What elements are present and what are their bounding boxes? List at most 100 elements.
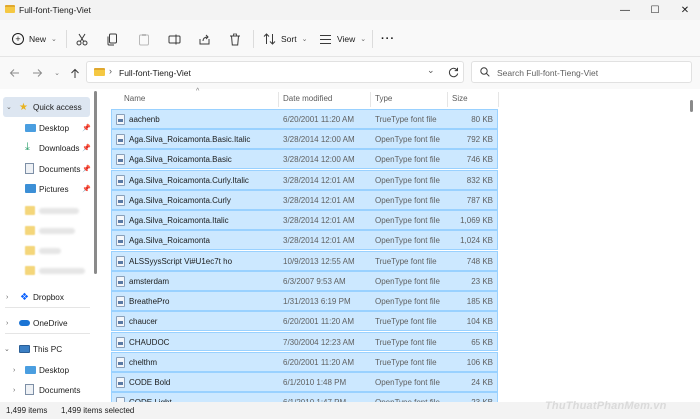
clipboard-icon bbox=[139, 33, 149, 45]
more-options-button[interactable]: ··· bbox=[381, 30, 395, 48]
minimize-button[interactable]: — bbox=[610, 0, 640, 20]
cut-button[interactable] bbox=[76, 30, 88, 48]
dropbox-icon: ❖ bbox=[20, 291, 29, 303]
file-row[interactable]: Aga.Silva_Roicamonta.Basic 3/28/2014 12:0… bbox=[111, 149, 498, 170]
file-row[interactable]: Aga.Silva_Roicamonta.Curly 3/28/2014 12:0… bbox=[111, 189, 498, 210]
pin-icon: 📌 bbox=[82, 125, 91, 132]
file-row[interactable]: chelthm 6/20/2001 11:20 AM TrueType font f… bbox=[111, 351, 498, 372]
recent-locations-button[interactable]: ⌄ bbox=[50, 66, 64, 80]
file-row[interactable]: chaucer 6/20/2001 11:20 AM TrueType font f… bbox=[111, 311, 498, 332]
paste-button[interactable] bbox=[138, 30, 150, 48]
file-size: 746 KB bbox=[466, 155, 493, 165]
pin-icon: 📌 bbox=[82, 186, 91, 193]
item-count: 1,499 items bbox=[6, 406, 48, 415]
up-button[interactable] bbox=[68, 66, 82, 80]
file-type: OpenType font file bbox=[375, 236, 440, 246]
file-type: TrueType font file bbox=[375, 317, 437, 327]
sort-button[interactable]: Sort ⌄ bbox=[263, 30, 307, 48]
forward-button[interactable] bbox=[30, 66, 44, 80]
file-row[interactable]: BreathePro 1/31/2013 6:19 PM OpenType font… bbox=[111, 291, 498, 311]
column-divider[interactable] bbox=[498, 92, 499, 107]
address-path[interactable]: Full-font-Tieng-Viet bbox=[119, 68, 191, 78]
refresh-button[interactable] bbox=[446, 65, 460, 79]
sidebar-item-desktop[interactable]: Desktop 📌 bbox=[0, 118, 92, 138]
file-date: 10/9/2013 12:55 AM bbox=[283, 256, 355, 266]
address-dropdown-icon[interactable]: ⌄ bbox=[427, 65, 435, 76]
sidebar-item-this-pc[interactable]: ⌄ This PC bbox=[0, 339, 92, 359]
file-row[interactable]: Aga.Silva_Roicamonta.Curly.Italic 3/28/20… bbox=[111, 169, 498, 190]
sidebar-item-downloads[interactable]: ⤓ Downloads 📌 bbox=[0, 138, 92, 158]
arrow-right-icon bbox=[32, 69, 42, 77]
new-button[interactable]: + New ⌄ bbox=[12, 30, 57, 48]
font-file-icon bbox=[116, 235, 125, 247]
column-size[interactable]: Size bbox=[452, 94, 468, 103]
file-row[interactable]: Aga.Silva_Roicamonta.Italic 3/28/2014 12:… bbox=[111, 210, 498, 231]
arrow-left-icon bbox=[9, 69, 19, 77]
search-box[interactable]: Search Full-font-Tieng-Viet bbox=[471, 61, 692, 83]
view-button[interactable]: View ⌄ bbox=[319, 30, 366, 48]
sidebar-item-label: Documents bbox=[39, 385, 81, 395]
sidebar-item-label: Documents bbox=[39, 164, 81, 174]
font-file-icon bbox=[116, 377, 125, 389]
computer-icon bbox=[19, 345, 30, 353]
sidebar-item-label: Quick access bbox=[33, 102, 82, 112]
file-row[interactable]: amsterdam 6/3/2007 9:53 AM OpenType font f… bbox=[111, 270, 498, 291]
chevron-right-icon: › bbox=[13, 366, 16, 374]
file-name: ALSSyysScript Vi#U1ec7t ho bbox=[129, 256, 233, 266]
sidebar-divider bbox=[5, 307, 90, 308]
delete-button[interactable] bbox=[229, 30, 241, 48]
file-size: 1,069 KB bbox=[460, 216, 493, 226]
folder-icon bbox=[5, 5, 15, 13]
file-row[interactable]: CODE Bold 6/1/2010 1:48 PM OpenType font f… bbox=[111, 372, 498, 392]
pin-icon: 📌 bbox=[82, 166, 91, 173]
column-date-modified[interactable]: Date modified bbox=[283, 94, 332, 103]
column-name[interactable]: Name bbox=[124, 94, 145, 103]
file-date: 7/30/2004 12:23 AM bbox=[283, 337, 355, 347]
file-row[interactable]: CHAUDOC 7/30/2004 12:23 AM TrueType font f… bbox=[111, 331, 498, 352]
sidebar-item-pc-documents[interactable]: › Documents bbox=[0, 380, 92, 400]
font-file-icon bbox=[116, 296, 125, 308]
column-type[interactable]: Type bbox=[375, 94, 392, 103]
new-label: New bbox=[29, 34, 47, 44]
address-bar[interactable]: › Full-font-Tieng-Viet ⌄ bbox=[86, 61, 464, 83]
share-button[interactable] bbox=[198, 30, 211, 48]
file-row[interactable]: Aga.Silva_Roicamonta 3/28/2014 12:01 AM Op… bbox=[111, 230, 498, 251]
sidebar-item-pictures[interactable]: Pictures 📌 bbox=[0, 179, 92, 199]
share-icon bbox=[199, 34, 210, 44]
column-divider[interactable] bbox=[278, 92, 279, 107]
search-placeholder: Search Full-font-Tieng-Viet bbox=[497, 68, 599, 78]
file-row[interactable]: ALSSyysScript Vi#U1ec7t ho 10/9/2013 12:5… bbox=[111, 250, 498, 271]
sidebar-item-dropbox[interactable]: › ❖ Dropbox bbox=[0, 287, 92, 307]
file-size: 832 KB bbox=[466, 175, 493, 185]
toolbar-divider bbox=[372, 30, 373, 48]
folder-icon bbox=[25, 206, 35, 215]
file-row[interactable]: aachenb 6/20/2001 11:20 AM TrueType font f… bbox=[111, 109, 498, 129]
file-list-scrollbar[interactable] bbox=[690, 100, 693, 112]
column-divider[interactable] bbox=[447, 92, 448, 107]
font-file-icon bbox=[116, 114, 125, 125]
file-date: 6/1/2010 1:48 PM bbox=[283, 378, 347, 388]
sidebar-item-onedrive[interactable]: › OneDrive bbox=[0, 313, 92, 333]
back-button[interactable] bbox=[7, 66, 21, 80]
chevron-down-icon: ⌄ bbox=[6, 104, 12, 111]
file-name: amsterdam bbox=[129, 276, 170, 286]
sidebar-item-documents[interactable]: Documents 📌 bbox=[0, 159, 92, 179]
sidebar-item-label: Dropbox bbox=[33, 292, 64, 302]
sidebar-item-label: Pictures bbox=[39, 184, 69, 194]
close-button[interactable]: ✕ bbox=[670, 0, 700, 20]
picture-icon bbox=[25, 184, 36, 193]
chevron-right-icon: › bbox=[6, 319, 9, 327]
rename-button[interactable] bbox=[168, 30, 181, 48]
sidebar-item-pc-desktop[interactable]: › Desktop bbox=[0, 360, 92, 380]
folder-icon bbox=[94, 68, 105, 76]
maximize-button[interactable]: ☐ bbox=[640, 0, 670, 20]
file-type: OpenType font file bbox=[375, 378, 440, 388]
column-divider[interactable] bbox=[370, 92, 371, 107]
sidebar-item-quick-access[interactable]: ⌄ ★ Quick access bbox=[3, 97, 90, 117]
file-row[interactable]: Aga.Silva_Roicamonta.Basic.Italic 3/28/20… bbox=[111, 129, 498, 150]
sidebar-scrollbar[interactable] bbox=[94, 91, 97, 274]
file-name: Aga.Silva_Roicamonta.Curly bbox=[129, 195, 231, 205]
chevron-down-icon: ⌄ bbox=[51, 36, 57, 43]
copy-button[interactable] bbox=[106, 30, 118, 48]
font-file-icon bbox=[116, 194, 125, 206]
